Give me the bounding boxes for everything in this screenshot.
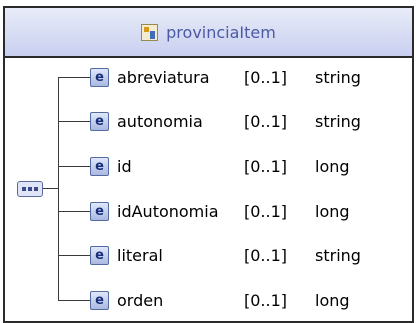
element-multiplicity: [0..1]: [244, 67, 288, 87]
element-row-literal[interactable]: e literal [0..1] string: [90, 242, 410, 268]
element-multiplicity: [0..1]: [244, 156, 288, 176]
element-icon: e: [90, 290, 109, 310]
element-name: orden: [117, 290, 164, 310]
element-type: long: [315, 156, 350, 176]
complex-type-title: provinciaItem: [166, 22, 276, 42]
element-multiplicity: [0..1]: [244, 111, 288, 131]
element-multiplicity: [0..1]: [244, 245, 288, 265]
complex-type-header[interactable]: provinciaItem: [5, 8, 412, 58]
element-type: string: [315, 67, 361, 87]
element-type: string: [315, 245, 361, 265]
element-name: literal: [117, 245, 163, 265]
branch-line: [58, 121, 90, 122]
element-name: abreviatura: [117, 67, 210, 87]
element-row-idautonomia[interactable]: e idAutonomia [0..1] long: [90, 198, 410, 224]
element-icon: e: [90, 201, 109, 221]
element-row-id[interactable]: e id [0..1] long: [90, 153, 410, 179]
element-type: string: [315, 111, 361, 131]
compositor-stem-line: [43, 188, 58, 189]
element-icon: e: [90, 156, 109, 176]
branch-line: [58, 77, 90, 78]
element-row-abreviatura[interactable]: e abreviatura [0..1] string: [90, 64, 410, 90]
sequence-icon[interactable]: [17, 181, 43, 197]
element-multiplicity: [0..1]: [244, 201, 288, 221]
element-icon: e: [90, 245, 109, 265]
branch-line: [58, 166, 90, 167]
branch-line: [58, 211, 90, 212]
element-name: autonomia: [117, 111, 203, 131]
branch-line: [58, 255, 90, 256]
element-icon: e: [90, 67, 109, 87]
element-name: id: [117, 156, 132, 176]
element-type: long: [315, 290, 350, 310]
element-name: idAutonomia: [117, 201, 219, 221]
element-multiplicity: [0..1]: [244, 290, 288, 310]
branch-line: [58, 300, 90, 301]
branch-vertical-line: [58, 77, 59, 300]
complex-type-icon: [141, 23, 159, 41]
element-type: long: [315, 201, 350, 221]
element-row-orden[interactable]: e orden [0..1] long: [90, 287, 410, 313]
element-icon: e: [90, 111, 109, 131]
element-row-autonomia[interactable]: e autonomia [0..1] string: [90, 108, 410, 134]
